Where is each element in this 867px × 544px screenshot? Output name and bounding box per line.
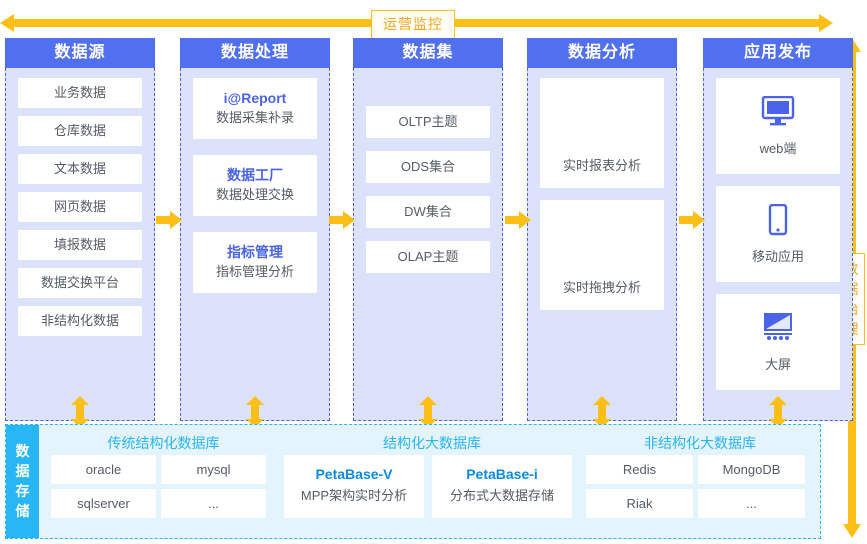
sto-char-3: 存 — [15, 483, 30, 499]
storage-cell[interactable]: sqlserver — [51, 489, 156, 518]
flow-arrow-3 — [505, 211, 531, 229]
storage-cell[interactable]: oracle — [51, 455, 156, 484]
storage-group-traditional: 传统结构化数据库 oracle mysql sqlserver ... — [51, 431, 276, 523]
app-card-label: web端 — [759, 141, 797, 156]
column-dataset: 数据集 OLTP主题 ODS集合 DW集合 OLAP主题 — [353, 38, 503, 421]
column-data-source: 数据源 业务数据 仓库数据 文本数据 网页数据 填报数据 数据交换平台 非结构化… — [5, 38, 155, 421]
storage-card-subtitle: 分布式大数据存储 — [449, 488, 554, 503]
mobile-phone-icon — [716, 186, 840, 246]
product-card[interactable]: 指标管理 指标管理分析 — [193, 232, 317, 293]
column-title: 数据集 — [353, 38, 503, 68]
flow-arrow-2 — [329, 211, 355, 229]
app-card-label: 移动应用 — [751, 249, 804, 264]
storage-cell[interactable]: MongoDB — [698, 455, 805, 484]
sto-char-1: 数 — [15, 443, 30, 459]
analysis-card[interactable]: 实时报表分析 — [540, 78, 664, 188]
storage-cell[interactable]: Riak — [586, 489, 693, 518]
list-item[interactable]: 文本数据 — [18, 154, 142, 184]
architecture-diagram: 运营监控 数 据 治 理 数据源 业务数据 仓库数据 文本数据 网页数据 填报数… — [0, 0, 867, 544]
sto-char-2: 据 — [15, 463, 30, 479]
storage-layer: 数 据 存 储 传统结构化数据库 oracle mysql sqlserver … — [5, 424, 821, 539]
storage-cell-grid: oracle mysql sqlserver ... — [51, 455, 276, 523]
storage-cell[interactable]: ... — [698, 489, 805, 518]
app-card-label: 大屏 — [764, 357, 791, 372]
storage-group-title: 传统结构化数据库 — [107, 435, 220, 451]
storage-group-unstructured-bigdata: 非结构化大数据库 Redis MongoDB Riak ... — [586, 431, 814, 523]
column-body: 业务数据 仓库数据 文本数据 网页数据 填报数据 数据交换平台 非结构化数据 — [5, 68, 155, 421]
column-title: 数据源 — [5, 38, 155, 68]
product-card[interactable]: 数据工厂 数据处理交换 — [193, 155, 317, 216]
flow-arrow-1 — [156, 211, 182, 229]
column-app-publishing: 应用发布 web端 移动应用 大屏 — [703, 38, 853, 421]
column-data-analysis: 数据分析 实时报表分析 实时拖拽分析 — [527, 38, 677, 421]
product-card-subtitle: 数据处理交换 — [215, 187, 294, 202]
storage-cell-grid: Redis MongoDB Riak ... — [586, 455, 814, 523]
column-body: web端 移动应用 大屏 — [703, 68, 853, 421]
column-title: 数据分析 — [527, 38, 677, 68]
column-body: 实时报表分析 实时拖拽分析 — [527, 68, 677, 421]
column-title: 数据处理 — [180, 38, 330, 68]
list-item[interactable]: OLAP主题 — [366, 241, 490, 273]
storage-group-structured-bigdata: 结构化大数据库 PetaBase-V MPP架构实时分析 PetaBase-i … — [284, 431, 580, 518]
sto-char-4: 储 — [15, 503, 30, 519]
product-card-subtitle: 指标管理分析 — [215, 264, 294, 279]
column-body: OLTP主题 ODS集合 DW集合 OLAP主题 — [353, 68, 503, 421]
storage-layer-label: 数 据 存 储 — [6, 425, 39, 538]
storage-cell[interactable]: Redis — [586, 455, 693, 484]
list-item[interactable]: 非结构化数据 — [18, 306, 142, 336]
storage-card-subtitle: MPP架构实时分析 — [300, 488, 408, 503]
list-item[interactable]: OLTP主题 — [366, 106, 490, 138]
app-card-bigscreen[interactable]: 大屏 — [716, 294, 840, 390]
storage-card[interactable]: PetaBase-i 分布式大数据存储 — [432, 455, 572, 518]
operations-monitoring-label: 运营监控 — [371, 10, 455, 39]
app-card-mobile[interactable]: 移动应用 — [716, 186, 840, 282]
storage-card-title: PetaBase-i — [466, 466, 538, 482]
product-card[interactable]: i@Report 数据采集补录 — [193, 78, 317, 139]
product-card-title: 数据工厂 — [227, 167, 283, 183]
list-item[interactable]: 数据交换平台 — [18, 268, 142, 298]
arrow-right-head-icon — [819, 14, 833, 32]
column-data-processing: 数据处理 i@Report 数据采集补录 数据工厂 数据处理交换 指标管理 指标… — [180, 38, 330, 421]
operations-monitoring-banner: 运营监控 — [0, 10, 833, 39]
list-item[interactable]: 填报数据 — [18, 230, 142, 260]
analysis-card[interactable]: 实时拖拽分析 — [540, 200, 664, 310]
column-title: 应用发布 — [703, 38, 853, 68]
storage-group-title: 结构化大数据库 — [383, 435, 481, 451]
list-item[interactable]: 业务数据 — [18, 78, 142, 108]
list-item[interactable]: DW集合 — [366, 196, 490, 228]
list-item[interactable]: 仓库数据 — [18, 116, 142, 146]
monitor-icon — [716, 78, 840, 138]
analysis-card-label: 实时报表分析 — [562, 158, 641, 173]
product-card-title: 指标管理 — [227, 244, 283, 260]
storage-group-title: 非结构化大数据库 — [644, 435, 756, 451]
product-card-title: i@Report — [223, 90, 287, 106]
product-card-subtitle: 数据采集补录 — [215, 110, 294, 125]
storage-card[interactable]: PetaBase-V MPP架构实时分析 — [284, 455, 424, 518]
flow-arrow-4 — [679, 211, 705, 229]
storage-card-title: PetaBase-V — [315, 466, 393, 482]
storage-card-row: PetaBase-V MPP架构实时分析 PetaBase-i 分布式大数据存储 — [284, 455, 580, 518]
list-item[interactable]: ODS集合 — [366, 151, 490, 183]
app-card-web[interactable]: web端 — [716, 78, 840, 174]
big-screen-icon — [716, 294, 840, 354]
storage-cell[interactable]: ... — [161, 489, 266, 518]
arrow-down-head-icon — [843, 524, 861, 538]
analysis-card-label: 实时拖拽分析 — [562, 280, 641, 295]
list-item[interactable]: 网页数据 — [18, 192, 142, 222]
column-body: i@Report 数据采集补录 数据工厂 数据处理交换 指标管理 指标管理分析 — [180, 68, 330, 421]
storage-cell[interactable]: mysql — [161, 455, 266, 484]
